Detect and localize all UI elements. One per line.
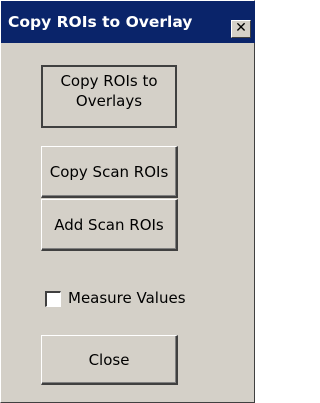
copy-rois-to-overlays-button[interactable]: Copy ROIs to Overlays <box>41 65 177 128</box>
measure-values-checkbox[interactable] <box>45 291 61 307</box>
measure-values-label[interactable]: Measure Values <box>68 288 186 308</box>
copy-rois-to-overlays-label: Copy ROIs to Overlays <box>60 72 158 110</box>
close-button[interactable]: Close <box>41 335 178 385</box>
dialog-window: Copy ROIs to Overlay ✕ Copy ROIs to Over… <box>0 0 255 403</box>
add-scan-rois-button[interactable]: Add Scan ROIs <box>41 199 178 251</box>
window-title: Copy ROIs to Overlay <box>8 13 193 31</box>
copy-scan-rois-button[interactable]: Copy Scan ROIs <box>41 146 178 198</box>
close-icon[interactable]: ✕ <box>231 20 251 38</box>
title-bar[interactable]: Copy ROIs to Overlay ✕ <box>1 1 255 43</box>
